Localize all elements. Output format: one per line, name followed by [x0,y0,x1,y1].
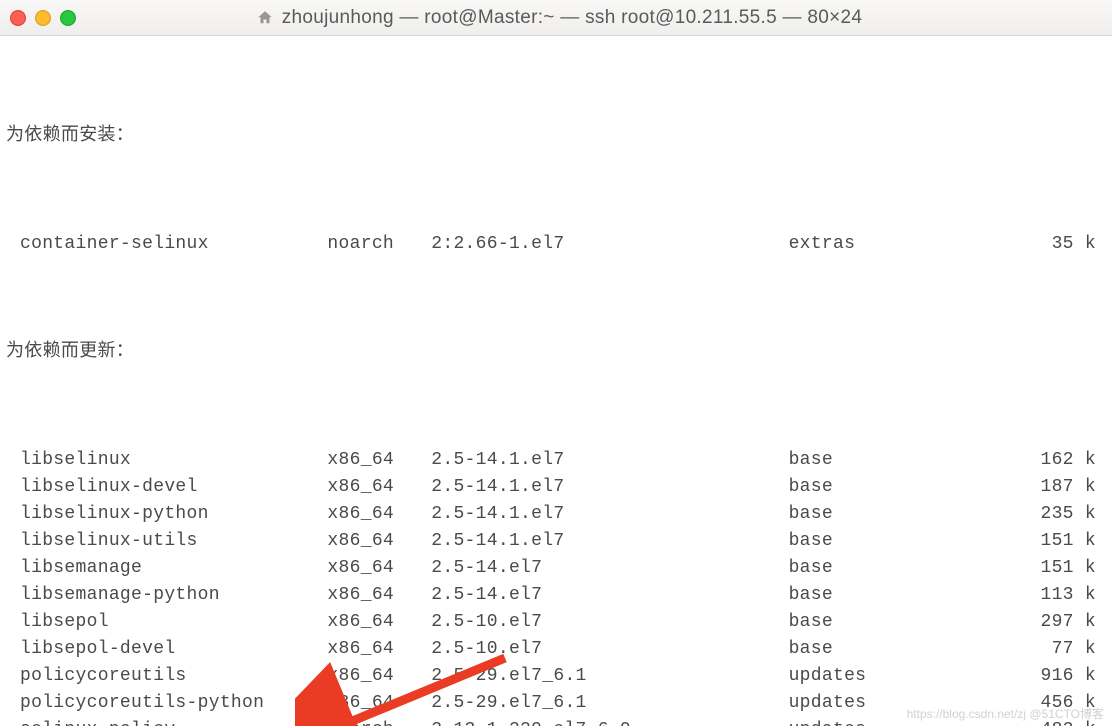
pkg-repo: updates [789,663,1021,690]
pkg-name: libsepol [6,609,327,636]
section-header-update: 为依赖而更新： [6,339,1102,366]
pkg-repo: base [789,636,1021,663]
pkg-version: 2.5-14.el7 [431,555,788,582]
pkg-version: 2.5-14.1.el7 [431,528,788,555]
pkg-repo: base [789,501,1021,528]
pkg-name: libselinux-devel [6,474,327,501]
window-title-text: zhoujunhong — root@Master:~ — ssh root@1… [282,7,863,29]
package-row: libselinux-utilsx86_642.5-14.1.el7base15… [6,528,1102,555]
watermark-text: https://blog.csdn.net/zj @51CTO博客 [907,705,1104,722]
pkg-size: 187 k [1020,474,1102,501]
pkg-name: selinux-policy [6,717,327,726]
pkg-repo: base [789,447,1021,474]
pkg-arch: x86_64 [327,582,431,609]
package-row: libsepolx86_642.5-10.el7base297 k [6,609,1102,636]
pkg-version: 2.5-14.1.el7 [431,501,788,528]
pkg-arch: x86_64 [327,555,431,582]
pkg-repo: base [789,582,1021,609]
pkg-arch: x86_64 [327,474,431,501]
window-titlebar: zhoujunhong — root@Master:~ — ssh root@1… [0,0,1112,36]
pkg-name: policycoreutils [6,663,327,690]
pkg-size: 35 k [1020,231,1102,258]
pkg-arch: x86_64 [327,609,431,636]
pkg-repo: extras [789,231,1021,258]
pkg-arch: x86_64 [327,447,431,474]
pkg-name: libsemanage-python [6,582,327,609]
pkg-version: 2.5-14.1.el7 [431,447,788,474]
pkg-arch: x86_64 [327,528,431,555]
pkg-size: 235 k [1020,501,1102,528]
pkg-size: 151 k [1020,528,1102,555]
pkg-size: 916 k [1020,663,1102,690]
pkg-version: 2.5-10.el7 [431,609,788,636]
pkg-arch: x86_64 [327,636,431,663]
pkg-name: libselinux-python [6,501,327,528]
package-row: libsemanagex86_642.5-14.el7base151 k [6,555,1102,582]
pkg-repo: base [789,474,1021,501]
terminal-output[interactable]: 为依赖而安装： container-selinuxnoarch2:2.66-1.… [0,36,1112,726]
pkg-size: 113 k [1020,582,1102,609]
pkg-name: container-selinux [6,231,327,258]
package-row: libsemanage-pythonx86_642.5-14.el7base11… [6,582,1102,609]
package-row: libselinux-pythonx86_642.5-14.1.el7base2… [6,501,1102,528]
pkg-version: 2:2.66-1.el7 [431,231,788,258]
pkg-size: 162 k [1020,447,1102,474]
pkg-name: libselinux-utils [6,528,327,555]
pkg-arch: x86_64 [327,663,431,690]
pkg-version: 2.5-29.el7_6.1 [431,663,788,690]
section-header-install: 为依赖而安装： [6,123,1102,150]
package-row: libselinuxx86_642.5-14.1.el7base162 k [6,447,1102,474]
pkg-size: 297 k [1020,609,1102,636]
pkg-size: 77 k [1020,636,1102,663]
pkg-name: policycoreutils-python [6,690,327,717]
home-icon [256,9,274,27]
package-list-install: container-selinuxnoarch2:2.66-1.el7extra… [6,231,1102,258]
pkg-name: libsepol-devel [6,636,327,663]
pkg-version: 3.13.1-229.el7_6.9 [431,717,788,726]
package-row: policycoreutilsx86_642.5-29.el7_6.1updat… [6,663,1102,690]
pkg-version: 2.5-10.el7 [431,636,788,663]
pkg-arch: noarch [327,231,431,258]
package-row: container-selinuxnoarch2:2.66-1.el7extra… [6,231,1102,258]
pkg-version: 2.5-14.1.el7 [431,474,788,501]
pkg-arch: noarch [327,717,431,726]
pkg-arch: x86_64 [327,690,431,717]
pkg-version: 2.5-14.el7 [431,582,788,609]
pkg-repo: base [789,609,1021,636]
pkg-arch: x86_64 [327,501,431,528]
pkg-repo: base [789,555,1021,582]
package-list-update: libselinuxx86_642.5-14.1.el7base162 klib… [6,447,1102,726]
pkg-name: libsemanage [6,555,327,582]
window-title: zhoujunhong — root@Master:~ — ssh root@1… [16,7,1102,29]
pkg-size: 151 k [1020,555,1102,582]
package-row: libsepol-develx86_642.5-10.el7base77 k [6,636,1102,663]
pkg-name: libselinux [6,447,327,474]
pkg-version: 2.5-29.el7_6.1 [431,690,788,717]
pkg-repo: base [789,528,1021,555]
package-row: libselinux-develx86_642.5-14.1.el7base18… [6,474,1102,501]
